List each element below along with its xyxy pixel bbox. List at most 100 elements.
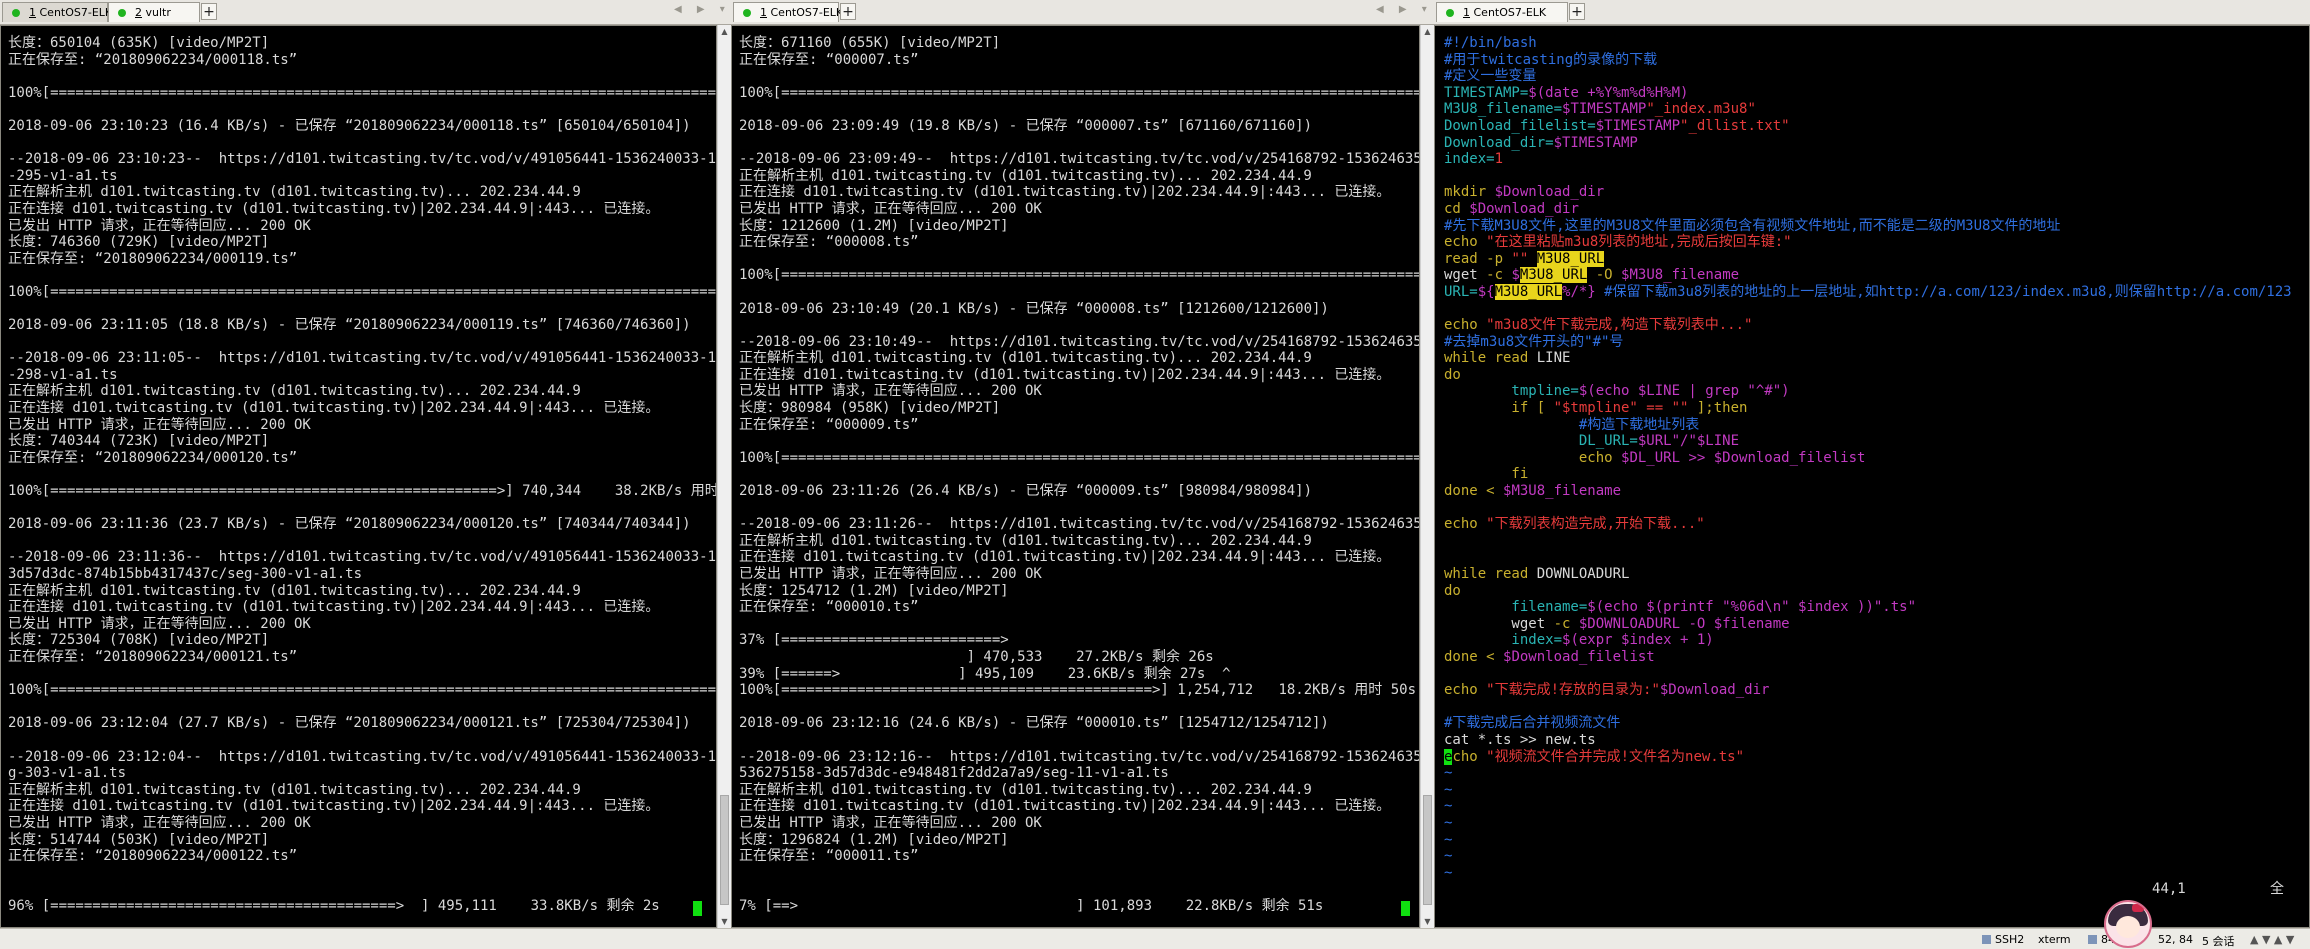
tab-scroll-controls[interactable]: ◀ ▶ ▾: [674, 4, 731, 15]
script-token: ${: [1477, 283, 1495, 300]
terminal-pane-middle: 1 CentOS7-ELK + ◀ ▶ ▾ 长度：671160 (655K) […: [731, 0, 1434, 928]
connected-status-icon: [118, 9, 126, 17]
connected-status-icon: [743, 9, 751, 17]
script-token: "_index.m3u8": [1646, 101, 1756, 118]
script-token: $TIMESTAMP: [1562, 101, 1647, 118]
script-token: do: [1444, 582, 1461, 599]
terminal-lines: 长度：650104 (635K) [video/MP2T] 正在保存至: “201…: [8, 35, 717, 914]
script-line: mkdir $Download_dir: [1444, 184, 2292, 201]
terminal-cursor: [693, 901, 702, 916]
vertical-scrollbar[interactable]: ▲ ▼: [717, 25, 731, 928]
script-line: echo "下载列表构造完成,开始下载...": [1444, 516, 2292, 533]
terminal-output[interactable]: 长度：671160 (655K) [video/MP2T] 正在保存至: “000…: [731, 25, 1420, 928]
scrollbar-thumb[interactable]: [720, 795, 729, 905]
scroll-down-icon[interactable]: ▼: [718, 915, 731, 928]
vertical-scrollbar[interactable]: ▲ ▼: [1420, 25, 1434, 928]
terminal-line: 长度：746360 (729K) [video/MP2T]: [8, 234, 270, 251]
terminal-line: 正在保存至: “000007.ts”: [739, 51, 919, 68]
terminal-line: 正在解析主机 d101.twitcasting.tv (d101.twitcas…: [8, 781, 581, 798]
terminal-line: 长度：514744 (503K) [video/MP2T]: [8, 831, 270, 848]
connected-status-icon: [12, 9, 20, 17]
script-line: while read LINE: [1444, 350, 2292, 367]
terminal-line: 正在连接 d101.twitcasting.tv (d101.twitcasti…: [739, 366, 1391, 383]
script-line: #构造下载地址列表: [1444, 417, 2292, 434]
terminal-line: 2018-09-06 23:11:05 (18.8 KB/s) - 已保存 “2…: [8, 317, 691, 334]
terminal-line: -298-v1-a1.ts: [8, 366, 118, 383]
scrollbar-thumb[interactable]: [1423, 795, 1432, 905]
tab-bar-middle: 1 CentOS7-ELK + ◀ ▶ ▾: [731, 0, 1434, 25]
tab-label: CentOS7-ELK: [767, 6, 844, 19]
terminal-line: --2018-09-06 23:11:05-- https://d101.twi…: [8, 350, 717, 367]
add-tab-button[interactable]: +: [1569, 3, 1585, 20]
scroll-down-icon[interactable]: ▼: [1421, 915, 1434, 928]
terminal-line: --2018-09-06 23:12:04-- https://d101.twi…: [8, 748, 717, 765]
scroll-up-icon[interactable]: ▲: [1421, 25, 1434, 38]
tab-label: vultr: [142, 6, 171, 19]
status-arrows-icon[interactable]: ▲ ▼ ▲ ▼: [2250, 933, 2294, 946]
script-token: fi: [1444, 466, 1529, 483]
terminal-line: 正在连接 d101.twitcasting.tv (d101.twitcasti…: [8, 200, 660, 217]
script-token: $DL_URL >> $Download_filelist: [1621, 449, 1866, 466]
vim-editor[interactable]: #!/bin/bash #用于twitcasting的录像的下载 #定义一些变量 TI…: [1434, 25, 2310, 928]
scroll-up-icon[interactable]: ▲: [718, 25, 731, 38]
script-token: DL_URL=: [1444, 433, 1638, 450]
terminal-line: 正在连接 d101.twitcasting.tv (d101.twitcasti…: [8, 798, 660, 815]
size-icon: [2088, 935, 2097, 944]
add-tab-button[interactable]: +: [840, 3, 856, 20]
tab-centos7-elk[interactable]: 1 CentOS7-ELK: [2, 2, 112, 22]
script-token: $Download_filelist: [1503, 648, 1655, 665]
terminal-line: 长度：1212600 (1.2M) [video/MP2T]: [739, 217, 1009, 234]
terminal-line: 长度：980984 (958K) [video/MP2T]: [739, 400, 1001, 417]
script-token: -p: [1486, 250, 1512, 267]
status-bar: SSH2 xterm 84 52, 84 5 会话 ▲ ▼ ▲ ▼: [0, 928, 2310, 949]
terminal-line: 正在解析主机 d101.twitcasting.tv (d101.twitcas…: [739, 532, 1312, 549]
tab-centos7-elk[interactable]: 1 CentOS7-ELK: [1436, 2, 1568, 22]
script-line: echo "m3u8文件下载完成,构造下载列表中...": [1444, 317, 2292, 334]
script-token: M3U8_URL: [1536, 250, 1605, 267]
script-token: filename=: [1444, 599, 1588, 616]
terminal-line: 正在解析主机 d101.twitcasting.tv (d101.twitcas…: [8, 383, 581, 400]
add-tab-button[interactable]: +: [201, 3, 217, 20]
script-line: #下载完成后合并视频流文件: [1444, 715, 2292, 732]
session-count-status: 5 会话: [2202, 935, 2235, 948]
terminal-line: 正在解析主机 d101.twitcasting.tv (d101.twitcas…: [739, 781, 1312, 798]
script-token: "m3u8文件下载完成,构造下载列表中...": [1486, 317, 1753, 334]
terminal-output[interactable]: 长度：650104 (635K) [video/MP2T] 正在保存至: “201…: [0, 25, 717, 928]
script-token: $(date +%Y%m%d%H%M): [1528, 84, 1689, 101]
script-line: done < $M3U8_filename: [1444, 483, 2292, 500]
script-line: if [ "$tmpline" == "" ];then: [1444, 400, 2292, 417]
script-line: 44,1 全: [1444, 881, 2292, 898]
terminal-lines: 长度：671160 (655K) [video/MP2T] 正在保存至: “000…: [739, 35, 1420, 914]
script-token: cho: [1452, 748, 1487, 765]
script-token: LINE: [1536, 350, 1571, 367]
terminal-line: 100%[===================================…: [8, 283, 717, 300]
script-token: #下载完成后合并视频流文件: [1444, 715, 1621, 732]
script-token: $M3U8_filename: [1621, 267, 1740, 284]
terminal-line: 100%[===================================…: [739, 267, 1420, 284]
script-line: ~: [1444, 765, 2292, 782]
terminal-line: 536275158-3d57d3dc-e948481f2dd2a7a9/seg-…: [739, 765, 1169, 782]
terminal-line: 长度：1296824 (1.2M) [video/MP2T]: [739, 831, 1009, 848]
tab-label: CentOS7-ELK: [1470, 6, 1547, 19]
script-token: "下载完成!存放的目录为:": [1486, 682, 1660, 699]
terminal-line: 长度：650104 (635K) [video/MP2T]: [8, 35, 270, 51]
terminal-line: --2018-09-06 23:12:16-- https://d101.twi…: [739, 748, 1420, 765]
terminal-line: 长度：671160 (655K) [video/MP2T]: [739, 35, 1001, 51]
tab-centos7-elk[interactable]: 1 CentOS7-ELK: [733, 2, 843, 22]
script-line: done < $Download_filelist: [1444, 649, 2292, 666]
script-line: M3U8_filename=$TIMESTAMP"_index.m3u8": [1444, 101, 2292, 118]
script-token: #定义一些变量: [1444, 68, 1537, 85]
terminal-line: 100%[===================================…: [8, 84, 717, 101]
terminal-line: 长度：740344 (723K) [video/MP2T]: [8, 433, 270, 450]
script-line: echo "在这里粘贴m3u8列表的地址,完成后按回车键:": [1444, 234, 2292, 251]
terminal-line: -295-v1-a1.ts: [8, 167, 118, 184]
terminal-line: 2018-09-06 23:11:36 (23.7 KB/s) - 已保存 “2…: [8, 516, 691, 533]
script-token: index=: [1444, 151, 1495, 168]
tab-scroll-controls[interactable]: ◀ ▶ ▾: [1376, 4, 1433, 15]
script-line: ~: [1444, 832, 2292, 849]
terminal-line: 2018-09-06 23:10:23 (16.4 KB/s) - 已保存 “2…: [8, 117, 691, 134]
tab-vultr[interactable]: 2 vultr: [108, 2, 200, 22]
